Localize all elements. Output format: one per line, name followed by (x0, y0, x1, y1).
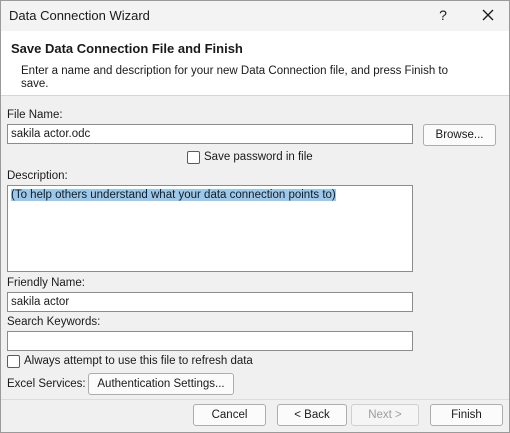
description-label: Description: (7, 170, 68, 182)
header-title: Save Data Connection File and Finish (11, 41, 243, 56)
file-name-input[interactable] (7, 124, 413, 144)
help-icon[interactable]: ? (435, 5, 451, 25)
browse-button[interactable]: Browse... (423, 124, 496, 146)
close-icon[interactable] (477, 4, 499, 26)
authentication-settings-button[interactable]: Authentication Settings... (88, 373, 234, 395)
friendly-name-label: Friendly Name: (7, 277, 85, 289)
save-password-label: Save password in file (204, 151, 313, 163)
always-refresh-label: Always attempt to use this file to refre… (24, 355, 253, 367)
friendly-name-input[interactable] (7, 292, 413, 312)
search-keywords-label: Search Keywords: (7, 316, 101, 328)
always-refresh-checkbox[interactable] (7, 355, 20, 368)
footer-divider (1, 399, 509, 400)
title-bar: Data Connection Wizard ? (1, 1, 509, 31)
data-connection-wizard-dialog: Data Connection Wizard ? Save Data Conne… (0, 0, 510, 433)
file-name-label: File Name: (7, 109, 63, 121)
excel-services-label: Excel Services: (7, 378, 86, 390)
save-password-checkbox[interactable] (187, 151, 200, 164)
wizard-header: Save Data Connection File and Finish Ent… (1, 31, 509, 96)
search-keywords-input[interactable] (7, 331, 413, 351)
next-button[interactable]: Next > (351, 404, 419, 426)
cancel-button[interactable]: Cancel (193, 404, 266, 426)
back-button[interactable]: < Back (277, 404, 347, 426)
header-subtitle: Enter a name and description for your ne… (21, 65, 449, 90)
finish-button[interactable]: Finish (430, 404, 503, 426)
description-textarea[interactable]: (To help others understand what your dat… (7, 185, 413, 272)
window-title: Data Connection Wizard (9, 8, 150, 23)
description-text: (To help others understand what your dat… (11, 189, 336, 201)
